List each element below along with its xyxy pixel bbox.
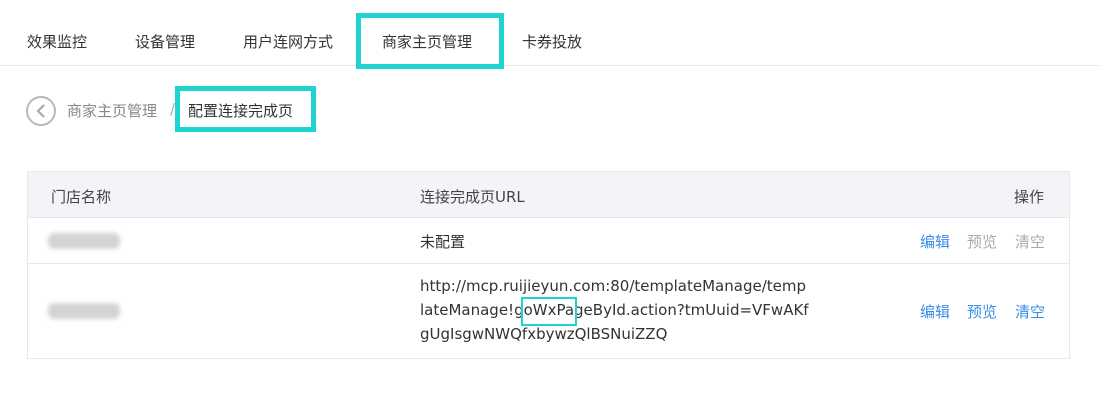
table-row: 未配置 编辑 预览 清空	[28, 218, 1069, 264]
clear-link-disabled: 清空	[1015, 233, 1046, 251]
clear-link[interactable]: 清空	[1015, 301, 1045, 322]
active-tab-highlight-box	[356, 13, 504, 69]
tab-user-network-method[interactable]: 用户连网方式	[243, 0, 333, 66]
url-substring-highlight-box	[521, 297, 577, 326]
breadcrumb-highlight-box	[175, 86, 316, 132]
url-cell: http://mcp.ruijieyun.com:80/templateMana…	[420, 277, 809, 343]
breadcrumb-parent-link[interactable]: 商家主页管理	[67, 100, 157, 121]
tab-effect-monitoring[interactable]: 效果监控	[27, 0, 87, 66]
tab-coupon-delivery[interactable]: 卡券投放	[522, 0, 582, 66]
back-button[interactable]	[26, 96, 56, 126]
preview-link-disabled: 预览	[967, 233, 998, 251]
edit-link[interactable]: 编辑	[920, 231, 950, 252]
tab-device-management[interactable]: 设备管理	[135, 0, 195, 66]
blurred-store-name	[48, 233, 120, 249]
top-tab-bar: 效果监控 设备管理 用户连网方式 商家主页管理 卡券投放	[0, 0, 1100, 66]
edit-link[interactable]: 编辑	[920, 301, 950, 322]
table-header: 门店名称 连接完成页URL 操作	[28, 172, 1069, 218]
column-header-actions: 操作	[1014, 188, 1045, 206]
url-cell: 未配置	[420, 233, 466, 251]
preview-link[interactable]: 预览	[967, 301, 997, 322]
store-url-table: 门店名称 连接完成页URL 操作 未配置 编辑 预览 清空 http://mcp…	[27, 171, 1070, 359]
column-header-store-name: 门店名称	[51, 188, 112, 206]
column-header-url: 连接完成页URL	[420, 188, 525, 206]
blurred-store-name	[48, 303, 120, 319]
